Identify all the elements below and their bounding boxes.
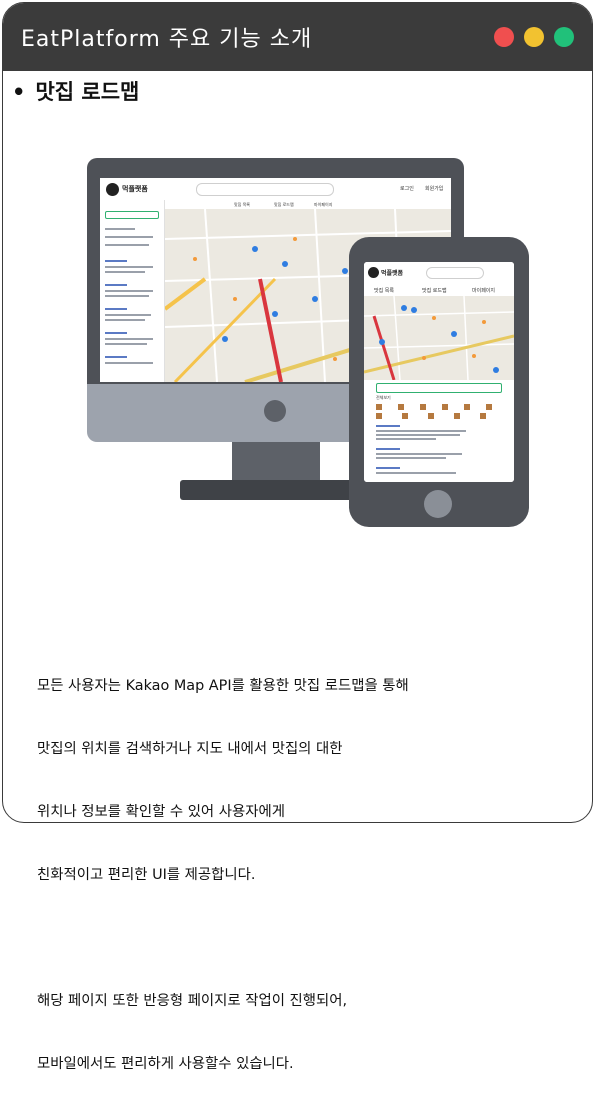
desktop-tab-roadmap: 맛집 로드맵 xyxy=(274,202,294,207)
desktop-nav-signup: 회원가입 xyxy=(425,186,444,192)
mobile-screenshot: 먹플랫폼 맛집 목록 맛집 로드맵 마이페이지 전체보기 xyxy=(364,262,514,482)
mobile-tab-mypage: 마이페이지 xyxy=(472,288,496,294)
section-title: 맛집 로드맵 xyxy=(35,80,140,104)
mobile-list: 전체보기 xyxy=(364,380,514,482)
mobile-topbar: 먹플랫폼 xyxy=(364,262,514,285)
title-bar: EatPlatform 주요 기능 소개 xyxy=(3,3,592,71)
description-line: 위치나 정보를 확인할 수 있어 사용자에게 xyxy=(37,804,285,820)
mobile-logo-text: 먹플랫폼 xyxy=(381,270,404,277)
desktop-tab-list: 맛집 목록 xyxy=(234,202,250,207)
phone-home-button xyxy=(424,490,452,518)
close-window-button[interactable] xyxy=(494,27,514,47)
bullet-icon: • xyxy=(12,80,26,104)
mobile-map-graphic xyxy=(364,295,514,381)
monitor-stand-neck xyxy=(232,442,320,482)
mobile-list-heading: 전체보기 xyxy=(376,395,391,400)
monitor-power-icon xyxy=(264,400,286,422)
description-line: 모바일에서도 편리하게 사용할수 있습니다. xyxy=(37,1056,294,1072)
desktop-sidebar xyxy=(100,200,165,382)
mobile-list-search xyxy=(376,383,502,393)
desktop-search-input xyxy=(196,183,334,196)
page-title: EatPlatform 주요 기능 소개 xyxy=(21,27,313,52)
desktop-sidebar-search xyxy=(105,211,159,219)
desktop-tab-mypage: 마이페이지 xyxy=(314,202,333,207)
desktop-logo-text: 먹플랫폼 xyxy=(122,185,148,193)
mobile-tab-list: 맛집 목록 xyxy=(374,288,394,294)
mobile-tab-roadmap: 맛집 로드맵 xyxy=(422,288,447,294)
description: 모든 사용자는 Kakao Map API를 활용한 맛집 로드맵을 통해 맛집… xyxy=(37,634,409,1096)
mobile-logo-icon xyxy=(368,267,379,278)
logo-icon xyxy=(106,183,119,196)
description-line: 친화적이고 편리한 UI를 제공합니다. xyxy=(37,867,256,883)
mobile-search-input xyxy=(426,267,484,279)
section-heading: • 맛집 로드맵 xyxy=(12,76,139,106)
minimize-window-button[interactable] xyxy=(524,27,544,47)
mobile-map xyxy=(364,295,514,381)
desktop-nav-login: 로그인 xyxy=(400,186,414,192)
description-line: 맛집의 위치를 검색하거나 지도 내에서 맛집의 대한 xyxy=(37,741,343,757)
description-line: 모든 사용자는 Kakao Map API를 활용한 맛집 로드맵을 통해 xyxy=(37,678,409,694)
description-line: 해당 페이지 또한 반응형 페이지로 작업이 진행되어, xyxy=(37,993,348,1009)
desktop-topbar: 먹플랫폼 로그인 회원가입 xyxy=(100,178,451,201)
maximize-window-button[interactable] xyxy=(554,27,574,47)
